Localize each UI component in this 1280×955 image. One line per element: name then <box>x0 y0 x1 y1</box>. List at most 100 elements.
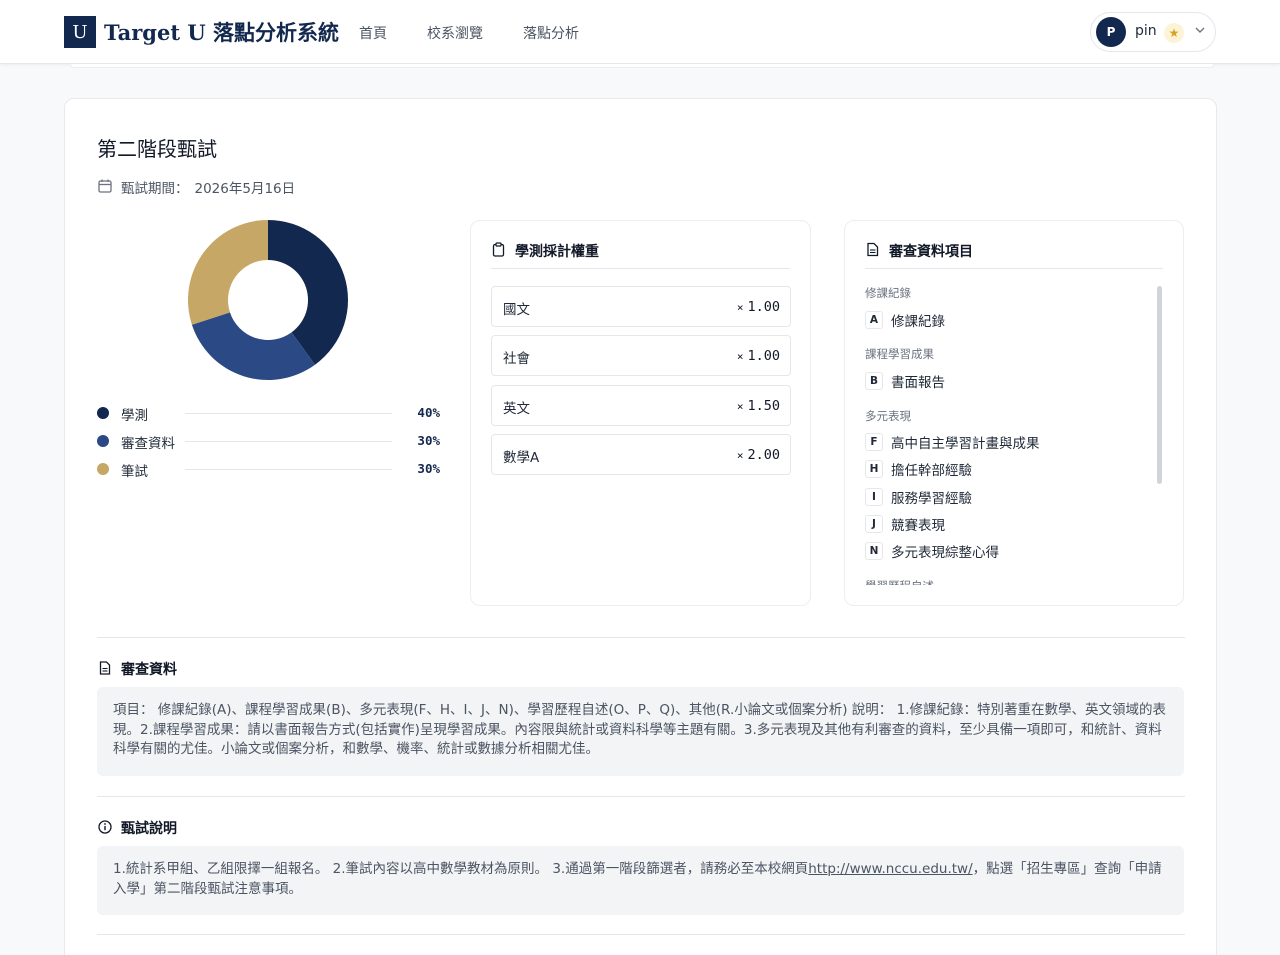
weights-panel: 學測採計權重 國文 × 1.00 社會 × 1.00 英文 × 1.50 數學A × 2.00 <box>470 220 811 606</box>
clipboard-icon <box>492 242 505 257</box>
logo[interactable]: U <box>64 16 96 48</box>
divider <box>97 796 1185 797</box>
review-group-label: 多元表現 <box>865 408 911 423</box>
review-item: J 競賽表現 <box>865 514 945 534</box>
top-navbar: U Target U 落點分析系統 首頁 校系瀏覽 落點分析 P pin ★ <box>0 0 1280 64</box>
review-item: A 修課紀錄 <box>865 309 945 330</box>
review-section-text: 項目： 修課紀錄(A)、課程學習成果(B)、多元表現(F、H、I、J、N)、學習… <box>97 687 1184 776</box>
exam-period-value: 2026年5月16日 <box>194 181 296 197</box>
review-item: I 服務學習經驗 <box>865 486 972 507</box>
review-item: B 書面報告 <box>865 370 945 391</box>
weights-panel-header: 學測採計權重 <box>491 241 790 269</box>
info-icon <box>98 820 112 834</box>
weight-subject: 社會 <box>503 351 530 368</box>
weight-number: 1.50 <box>747 397 780 414</box>
legend-leader-line <box>185 413 392 414</box>
review-item-code: H <box>865 460 883 479</box>
weight-number: 1.00 <box>747 299 780 315</box>
legend-dot <box>97 463 109 475</box>
nav-home[interactable]: 首頁 <box>359 23 387 43</box>
user-menu[interactable]: P pin ★ <box>1090 12 1216 52</box>
legend-label: 筆試 <box>121 464 148 480</box>
review-item-code: A <box>865 310 883 329</box>
review-item: H 擔任幹部經驗 <box>865 459 972 479</box>
donut-slice-2 <box>188 220 268 325</box>
multiplier-sign: × <box>736 301 744 314</box>
nav-browse[interactable]: 校系瀏覽 <box>427 23 483 43</box>
weight-value: × 1.00 <box>737 348 780 364</box>
legend-label: 審查資料 <box>121 436 175 452</box>
avatar: P <box>1096 17 1126 47</box>
multiplier-sign: × <box>736 350 744 364</box>
school-website-link[interactable]: http://www.nccu.edu.tw/ <box>808 861 972 877</box>
review-item: F 高中自主學習計畫與成果 <box>865 432 1040 452</box>
review-items-title: 審查資料項目 <box>889 244 973 260</box>
exam-text-before: 1.統計系甲組、乙組限擇一組報名。 2.筆試內容以高中數學教材為原則。 3.通過… <box>113 861 809 877</box>
divider <box>97 934 1185 935</box>
weights-title: 學測採計權重 <box>515 244 599 260</box>
review-item-label: 書面報告 <box>891 374 945 391</box>
review-items-scrollbar[interactable] <box>1157 286 1162 484</box>
weight-value: × 1.50 <box>737 398 780 414</box>
review-group-label: 修課紀錄 <box>865 286 911 300</box>
weight-value: × 2.00 <box>737 447 780 463</box>
review-item-code: F <box>865 433 883 452</box>
review-items-header: 審查資料項目 <box>865 241 1163 269</box>
review-item-label: 高中自主學習計畫與成果 <box>891 436 1040 453</box>
weight-subject: 國文 <box>503 302 530 318</box>
legend-label: 學測 <box>121 408 148 424</box>
review-item-label: 服務學習經驗 <box>891 490 972 507</box>
legend-item: 筆試 30% <box>97 459 440 480</box>
legend-percent: 30% <box>417 461 440 476</box>
previous-card-edge <box>70 64 1214 68</box>
document-icon <box>99 661 111 675</box>
exam-section-text: 1.統計系甲組、乙組限擇一組報名。 2.筆試內容以高中數學教材為原則。 3.通過… <box>97 846 1184 915</box>
review-item-code: I <box>865 487 883 506</box>
brand-title[interactable]: Target U 落點分析系統 <box>104 17 339 47</box>
user-name: pin <box>1135 23 1157 39</box>
exam-section-title: 甄試說明 <box>121 821 177 837</box>
weight-donut-chart <box>188 220 348 380</box>
chevron-down-icon <box>1195 24 1205 38</box>
weight-row: 社會 × 1.00 <box>491 335 791 377</box>
weight-number: 1.00 <box>747 348 780 365</box>
legend-leader-line <box>185 469 392 470</box>
donut-slice-1 <box>191 312 316 380</box>
divider <box>97 637 1185 638</box>
review-items-list[interactable]: 修課紀錄 A 修課紀錄課程學習成果 B 書面報告多元表現 F 高中自主學習計畫與成果 H 擔任幹… <box>865 283 1165 585</box>
review-item-label: 修課紀錄 <box>891 313 945 330</box>
nav-analysis[interactable]: 落點分析 <box>523 23 579 43</box>
review-item-code: B <box>865 371 883 390</box>
legend-leader-line <box>185 441 392 442</box>
legend-item: 學測 40% <box>97 403 440 424</box>
review-item-label: 競賽表現 <box>891 518 945 534</box>
multiplier-sign: × <box>736 399 744 413</box>
document-icon <box>867 242 879 257</box>
legend-item: 審查資料 30% <box>97 431 440 452</box>
review-item-label: 擔任幹部經驗 <box>891 463 972 480</box>
review-item-code: N <box>865 542 883 561</box>
multiplier-sign: × <box>736 448 744 462</box>
review-item-code: J <box>865 515 883 533</box>
legend-percent: 40% <box>417 405 440 420</box>
star-icon: ★ <box>1164 23 1184 43</box>
review-section-title: 審查資料 <box>121 662 177 678</box>
weight-subject: 數學A <box>503 449 540 466</box>
exam-period-label: 甄試期間： <box>121 181 189 197</box>
weight-row: 英文 × 1.50 <box>491 384 791 426</box>
weight-subject: 英文 <box>503 400 530 417</box>
review-group-label: 學習歷程自述 <box>865 578 934 585</box>
calendar-icon <box>98 179 112 193</box>
page-title: 第二階段甄試 <box>97 137 217 161</box>
review-group-label: 課程學習成果 <box>865 347 934 362</box>
exam-period: 甄試期間： 2026年5月16日 <box>121 177 295 197</box>
weight-number: 2.00 <box>747 446 780 463</box>
review-items-panel: 審查資料項目 修課紀錄 A 修課紀錄課程學習成果 B 書面報告多元表現 F 高中自主學習計畫… <box>844 220 1184 606</box>
weight-row: 國文 × 1.00 <box>491 286 791 327</box>
weight-value: × 1.00 <box>737 299 780 315</box>
legend-dot <box>97 435 109 447</box>
review-item: N 多元表現綜整心得 <box>865 541 999 561</box>
review-item-label: 多元表現綜整心得 <box>891 545 999 562</box>
weight-row: 數學A × 2.00 <box>491 433 791 475</box>
legend-dot <box>97 407 109 419</box>
